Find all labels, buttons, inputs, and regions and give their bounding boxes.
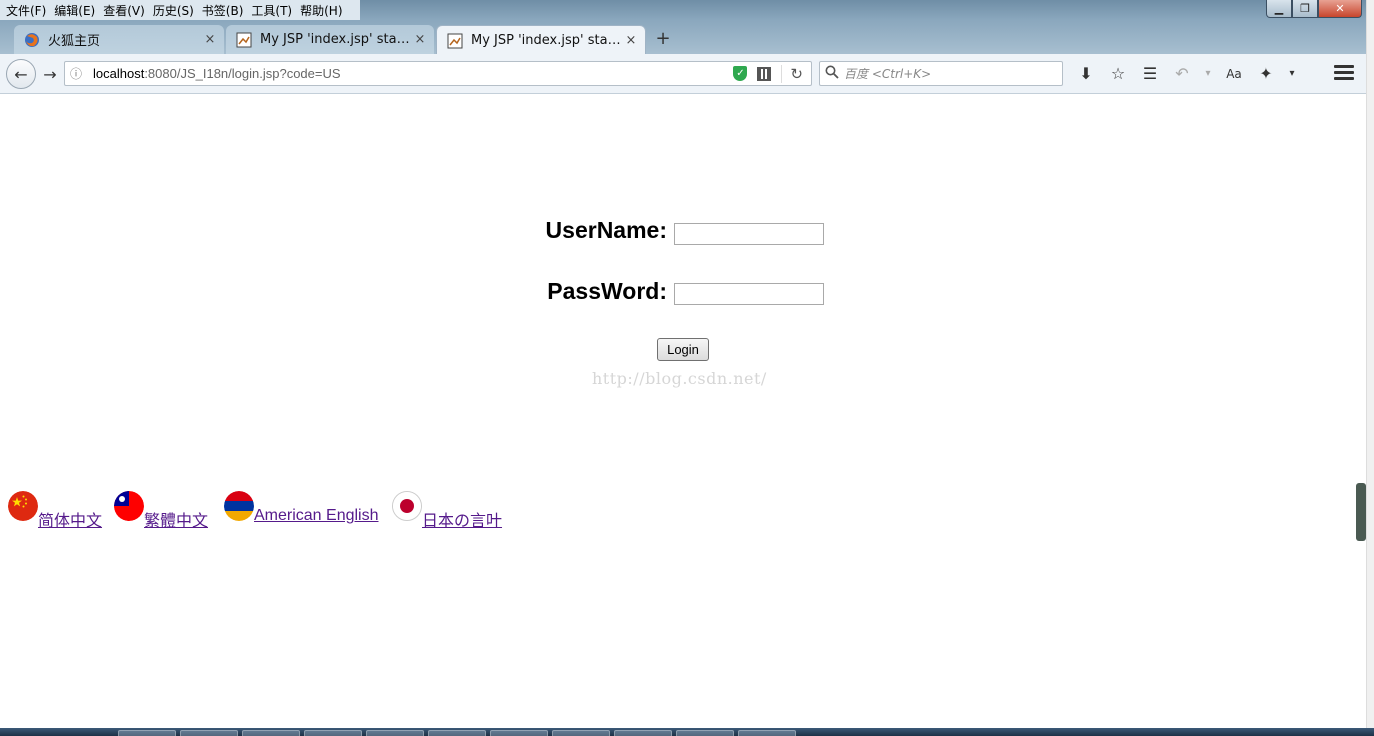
undo-icon[interactable]: ↶ bbox=[1166, 63, 1198, 85]
japan-flag-icon[interactable] bbox=[392, 491, 422, 521]
navigation-bar: ← → ⓘ localhost:8080/JS_I18n/login.jsp?c… bbox=[0, 54, 1374, 94]
taskbar-item[interactable] bbox=[676, 730, 734, 736]
menu-bookmarks[interactable]: 书签(B) bbox=[200, 2, 250, 19]
reload-icon[interactable]: ↻ bbox=[781, 64, 803, 83]
page-image-icon bbox=[236, 32, 252, 47]
tab-index-jsp-1[interactable]: My JSP 'index.jsp' startin... × bbox=[226, 25, 434, 54]
qr-code-icon[interactable] bbox=[757, 66, 772, 81]
page-image-icon bbox=[447, 33, 463, 48]
toolbar-icons: ⬇ ☆ ☰ ↶ ▾ Aa ✦ ▾ bbox=[1070, 63, 1302, 85]
menu-view[interactable]: 查看(V) bbox=[101, 2, 151, 19]
url-path: :8080/JS_I18n/login.jsp?code=US bbox=[144, 66, 341, 81]
forward-arrow-icon: → bbox=[43, 64, 57, 84]
url-text[interactable]: localhost:8080/JS_I18n/login.jsp?code=US bbox=[87, 66, 733, 81]
lang-link-japanese[interactable]: 日本の言叶 bbox=[422, 507, 502, 531]
hamburger-menu-icon[interactable] bbox=[1334, 65, 1354, 81]
taskbar-item[interactable] bbox=[428, 730, 486, 736]
url-host: localhost bbox=[93, 66, 145, 81]
taskbar-item[interactable] bbox=[304, 730, 362, 736]
back-button[interactable]: ← bbox=[6, 59, 36, 89]
lang-link-american-english[interactable]: American English bbox=[254, 507, 379, 525]
reader-view-icon[interactable]: ☰ bbox=[1134, 63, 1166, 85]
addon-dropdown-icon[interactable]: ▾ bbox=[1282, 63, 1302, 85]
lang-link-simplified-chinese[interactable]: 简体中文 bbox=[38, 507, 102, 531]
taskbar-item[interactable] bbox=[490, 730, 548, 736]
url-bar-icons: ✓ ↻ bbox=[733, 64, 811, 83]
menu-help[interactable]: 帮助(H) bbox=[298, 2, 348, 19]
back-arrow-icon: ← bbox=[14, 64, 28, 84]
tab-label: My JSP 'index.jsp' startin... bbox=[471, 33, 623, 48]
tab-firefox-home[interactable]: 火狐主页 × bbox=[14, 25, 224, 54]
info-icon[interactable]: ⓘ bbox=[65, 65, 87, 82]
close-window-button[interactable]: ✕ bbox=[1318, 0, 1362, 18]
menu-bar: 文件(F) 编辑(E) 查看(V) 历史(S) 书签(B) 工具(T) 帮助(H… bbox=[0, 0, 360, 20]
download-icon[interactable]: ⬇ bbox=[1070, 63, 1102, 85]
search-icon bbox=[820, 65, 844, 83]
password-label: PassWord: bbox=[547, 278, 667, 304]
tab-close-icon[interactable]: × bbox=[202, 32, 218, 47]
username-input[interactable] bbox=[674, 223, 824, 245]
taiwan-flag-icon[interactable] bbox=[114, 491, 144, 521]
tab-strip: 火狐主页 × My JSP 'index.jsp' startin... × M… bbox=[0, 22, 1374, 55]
search-box[interactable]: 百度 <Ctrl+K> bbox=[819, 61, 1063, 86]
search-placeholder: 百度 <Ctrl+K> bbox=[844, 67, 932, 81]
window-titlebar: 文件(F) 编辑(E) 查看(V) 历史(S) 书签(B) 工具(T) 帮助(H… bbox=[0, 0, 1374, 56]
menu-file[interactable]: 文件(F) bbox=[4, 2, 52, 19]
forward-button[interactable]: → bbox=[36, 60, 64, 88]
menu-history[interactable]: 历史(S) bbox=[151, 2, 200, 19]
taskbar-item[interactable] bbox=[614, 730, 672, 736]
tab-close-icon[interactable]: × bbox=[623, 33, 639, 48]
lang-link-traditional-chinese[interactable]: 繁體中文 bbox=[144, 507, 208, 531]
login-button[interactable]: Login bbox=[657, 338, 709, 361]
menu-tools[interactable]: 工具(T) bbox=[249, 2, 298, 19]
username-label: UserName: bbox=[545, 217, 667, 243]
taskbar-item[interactable] bbox=[118, 730, 176, 736]
right-edge-scrollbar[interactable] bbox=[1366, 0, 1374, 736]
window-controls: ▁ ❐ ✕ bbox=[1266, 0, 1362, 18]
tab-index-jsp-active[interactable]: My JSP 'index.jsp' startin... × bbox=[436, 25, 646, 55]
os-taskbar bbox=[0, 728, 1374, 736]
addon-icon[interactable]: ✦ bbox=[1250, 63, 1282, 85]
watermark: http://blog.csdn.net/ bbox=[592, 369, 767, 388]
menu-edit[interactable]: 编辑(E) bbox=[52, 2, 101, 19]
taskbar-item[interactable] bbox=[738, 730, 796, 736]
taskbar-item[interactable] bbox=[552, 730, 610, 736]
bookmark-star-icon[interactable]: ☆ bbox=[1102, 63, 1134, 85]
taskbar-item[interactable] bbox=[180, 730, 238, 736]
tricolor-flag-icon[interactable] bbox=[224, 491, 254, 521]
scroll-thumb[interactable] bbox=[1356, 483, 1366, 541]
firefox-icon bbox=[25, 32, 39, 47]
tab-label: My JSP 'index.jsp' startin... bbox=[260, 32, 412, 47]
page-content: UserName: PassWord: Login http://blog.cs… bbox=[0, 95, 1366, 728]
new-tab-button[interactable]: + bbox=[652, 28, 674, 50]
font-icon[interactable]: Aa bbox=[1218, 63, 1250, 85]
undo-dropdown-icon[interactable]: ▾ bbox=[1198, 63, 1218, 85]
password-input[interactable] bbox=[674, 283, 824, 305]
taskbar-item[interactable] bbox=[242, 730, 300, 736]
china-flag-icon[interactable] bbox=[8, 491, 38, 521]
taskbar-item[interactable] bbox=[366, 730, 424, 736]
minimize-button[interactable]: ▁ bbox=[1266, 0, 1292, 18]
tab-label: 火狐主页 bbox=[48, 34, 101, 49]
tab-close-icon[interactable]: × bbox=[412, 32, 428, 47]
maximize-button[interactable]: ❐ bbox=[1292, 0, 1318, 18]
shield-check-icon[interactable]: ✓ bbox=[733, 66, 748, 81]
url-bar[interactable]: ⓘ localhost:8080/JS_I18n/login.jsp?code=… bbox=[64, 61, 812, 86]
